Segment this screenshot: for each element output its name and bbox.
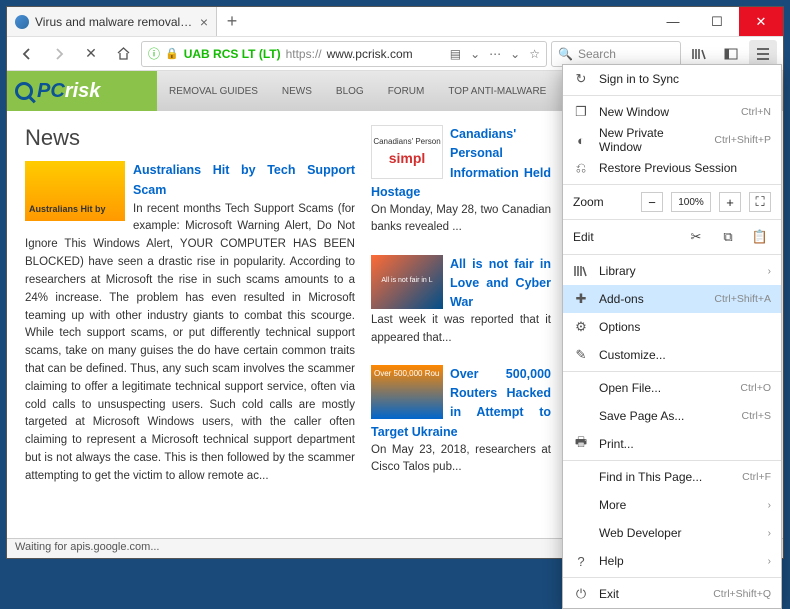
menu-addons[interactable]: ✚ Add-ons Ctrl+Shift+A xyxy=(563,285,781,313)
fullscreen-button[interactable]: ⛶ xyxy=(749,192,771,212)
nav-item[interactable]: TOP ANTI-MALWARE xyxy=(436,71,558,111)
menu-customize[interactable]: ✎ Customize... xyxy=(563,341,781,369)
zoom-value: 100% xyxy=(671,192,711,212)
cert-org: UAB RCS LT (LT) xyxy=(184,47,281,61)
article-body: On May 23, 2018, researchers at Cisco Ta… xyxy=(371,444,551,473)
browser-tab[interactable]: Virus and malware removal ins × xyxy=(7,7,217,36)
menu-web-developer[interactable]: Web Developer › xyxy=(563,519,781,547)
menu-options[interactable]: ⚙ Options xyxy=(563,313,781,341)
bookmark-star-icon[interactable]: ☆ xyxy=(529,47,540,61)
menu-print[interactable]: 🖶 Print... xyxy=(563,430,781,458)
article-body: On Monday, May 28, two Canadian banks re… xyxy=(371,204,551,233)
article-thumb[interactable]: Canadians' Person simpl xyxy=(371,125,443,179)
close-tab-icon[interactable]: × xyxy=(200,14,208,30)
nav-item[interactable]: NEWS xyxy=(270,71,324,111)
cut-button[interactable]: ✂ xyxy=(685,229,707,245)
menu-sign-in[interactable]: ↻ Sign in to Sync xyxy=(563,65,781,93)
lock-icon: 🔒 xyxy=(165,47,179,60)
window-icon: ❐ xyxy=(573,104,589,120)
article-main: Australians Hit by Australians Hit by Te… xyxy=(25,161,355,486)
search-bar[interactable]: 🔍 Search xyxy=(551,41,681,67)
forward-button[interactable] xyxy=(45,40,73,68)
menu-library[interactable]: Library › xyxy=(563,257,781,285)
sync-icon: ↻ xyxy=(573,71,589,87)
search-placeholder: Search xyxy=(578,47,616,61)
menu-new-window[interactable]: ❐ New Window Ctrl+N xyxy=(563,98,781,126)
paste-button[interactable]: 📋 xyxy=(749,229,771,245)
nav-item[interactable]: BLOG xyxy=(324,71,376,111)
pocket-icon[interactable]: ⌄ xyxy=(510,47,520,61)
chevron-right-icon: › xyxy=(768,500,771,511)
gear-icon: ⚙ xyxy=(573,319,589,335)
magnifier-icon xyxy=(15,82,33,100)
titlebar: Virus and malware removal ins × + — ☐ ✕ xyxy=(7,7,783,37)
article-title[interactable]: Australians Hit by Tech Support Scam xyxy=(133,163,355,197)
column-middle: Canadians' Person simpl Canadians' Perso… xyxy=(371,125,551,494)
menu-zoom: Zoom − 100% + ⛶ xyxy=(563,187,781,217)
zoom-in-button[interactable]: + xyxy=(719,192,741,212)
mask-icon: ◐ xyxy=(573,133,589,148)
hamburger-menu: ↻ Sign in to Sync ❐ New Window Ctrl+N ◐ … xyxy=(562,64,782,609)
history-dropdown-icon[interactable]: ⌄ xyxy=(470,47,480,61)
menu-save-page[interactable]: Save Page As... Ctrl+S xyxy=(563,402,781,430)
print-icon: 🖶 xyxy=(573,433,589,455)
minimize-button[interactable]: — xyxy=(651,7,695,36)
restore-icon: ⎌ xyxy=(573,160,589,176)
url-host: www.pcrisk.com xyxy=(327,47,413,61)
more-actions-icon[interactable]: ⋯ xyxy=(489,47,501,61)
menu-new-private[interactable]: ◐ New Private Window Ctrl+Shift+P xyxy=(563,126,781,154)
menu-exit[interactable]: ⏻ Exit Ctrl+Shift+Q xyxy=(563,580,781,608)
help-icon: ? xyxy=(573,554,589,569)
stop-reload-button[interactable]: ✕ xyxy=(77,40,105,68)
column-left: News Australians Hit by Australians Hit … xyxy=(25,125,355,494)
menu-more[interactable]: More › xyxy=(563,491,781,519)
article-title[interactable]: All is not fair in Love and Cyber War xyxy=(450,257,551,310)
menu-open-file[interactable]: Open File... Ctrl+O xyxy=(563,374,781,402)
chevron-right-icon: › xyxy=(768,528,771,539)
site-logo[interactable]: PCrisk xyxy=(7,71,157,111)
exit-icon: ⏻ xyxy=(573,586,589,602)
article-item: All is not fair in L All is not fair in … xyxy=(371,255,551,347)
menu-restore-session[interactable]: ⎌ Restore Previous Session xyxy=(563,154,781,182)
library-icon xyxy=(573,265,589,277)
favicon-icon xyxy=(15,15,29,29)
menu-edit: Edit ✂ ⧉ 📋 xyxy=(563,222,781,252)
info-icon[interactable]: ⓘ xyxy=(148,45,160,62)
menu-find[interactable]: Find in This Page... Ctrl+F xyxy=(563,463,781,491)
url-bar[interactable]: ⓘ 🔒 UAB RCS LT (LT) https:// www.pcrisk.c… xyxy=(141,41,547,67)
addons-icon: ✚ xyxy=(573,291,589,307)
url-actions: ▤ ⌄ ⋯ ⌄ ☆ xyxy=(450,47,540,61)
menu-help[interactable]: ? Help › xyxy=(563,547,781,575)
article-body: Last week it was reported that it appear… xyxy=(371,314,551,343)
back-button[interactable] xyxy=(13,40,41,68)
home-button[interactable] xyxy=(109,40,137,68)
maximize-button[interactable]: ☐ xyxy=(695,7,739,36)
article-item: Canadians' Person simpl Canadians' Perso… xyxy=(371,125,551,237)
new-tab-button[interactable]: + xyxy=(217,7,247,36)
window-controls: — ☐ ✕ xyxy=(651,7,783,36)
article-thumb[interactable]: Australians Hit by xyxy=(25,161,125,221)
paint-icon: ✎ xyxy=(573,347,589,363)
article-thumb[interactable]: All is not fair in L xyxy=(371,255,443,309)
chevron-right-icon: › xyxy=(768,266,771,277)
article-body: In recent months Tech Support Scams (for… xyxy=(25,203,355,482)
close-window-button[interactable]: ✕ xyxy=(739,7,783,36)
zoom-out-button[interactable]: − xyxy=(641,192,663,212)
nav-item[interactable]: REMOVAL GUIDES xyxy=(157,71,270,111)
search-icon: 🔍 xyxy=(558,47,573,61)
article-item: Over 500,000 Rou Over 500,000 Routers Ha… xyxy=(371,365,551,477)
tab-title: Virus and malware removal ins xyxy=(35,15,194,29)
copy-button[interactable]: ⧉ xyxy=(717,229,739,245)
article-thumb[interactable]: Over 500,000 Rou xyxy=(371,365,443,419)
nav-item[interactable]: FORUM xyxy=(376,71,437,111)
reader-icon[interactable]: ▤ xyxy=(450,47,461,61)
news-heading: News xyxy=(25,125,355,151)
url-protocol: https:// xyxy=(286,47,322,61)
